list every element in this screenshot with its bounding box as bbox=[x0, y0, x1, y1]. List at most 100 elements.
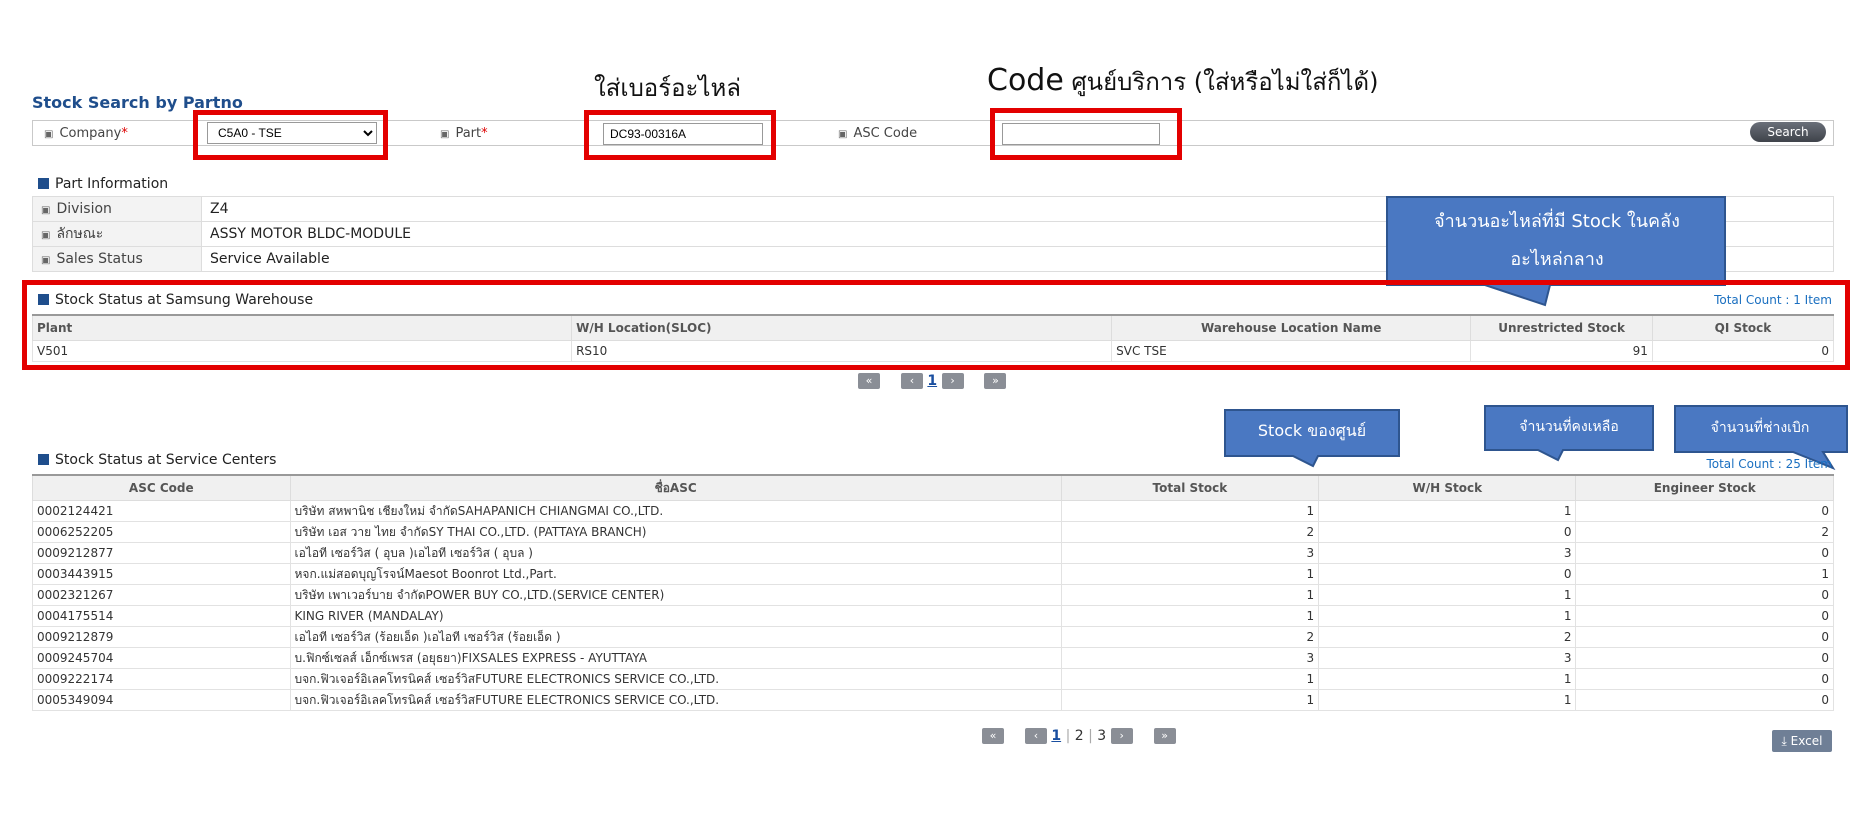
next-page-icon[interactable]: › bbox=[941, 373, 964, 389]
table-cell: บริษัท สหพานิช เชียงใหม่ จำกัดSAHAPANICH… bbox=[289, 500, 1062, 522]
info-key: ▣ Sales Status bbox=[32, 246, 202, 272]
page-link[interactable]: 1 bbox=[1051, 728, 1061, 744]
download-icon: ⤓ bbox=[1781, 734, 1791, 748]
table-cell: 0009212877 bbox=[32, 542, 291, 564]
table-cell: 0 bbox=[1318, 521, 1577, 543]
table-cell: 0004175514 bbox=[32, 605, 291, 627]
table-row: 0009245704 บ.ฟิกซ์เซลส์ เอ็กซ์เพรส (อยุธย… bbox=[32, 647, 1834, 669]
table-cell: 0 bbox=[1575, 542, 1834, 564]
table-row: 0005349094 บจก.ฟิวเจอร์อิเลคโทรนิคส์ เซอร… bbox=[32, 689, 1834, 711]
service-center-pager: « ‹ 1 | 2 | 3 › » bbox=[982, 728, 1176, 744]
asc-highlight bbox=[990, 108, 1182, 160]
col-header: Total Stock bbox=[1060, 474, 1320, 501]
table-cell: 2 bbox=[1060, 521, 1320, 543]
part-highlight bbox=[584, 110, 776, 160]
table-cell: 0 bbox=[1575, 500, 1834, 522]
next-page-icon[interactable]: › bbox=[1110, 728, 1133, 744]
table-cell: 0002124421 bbox=[32, 500, 291, 522]
table-cell: 0 bbox=[1575, 584, 1834, 606]
info-key: ▣ Division bbox=[32, 196, 202, 222]
bullet-icon: ▣ bbox=[838, 129, 848, 140]
table-cell: 0005349094 bbox=[32, 689, 291, 711]
last-page-icon[interactable]: » bbox=[1153, 728, 1176, 744]
table-cell: 2 bbox=[1575, 521, 1834, 543]
table-cell: บ.ฟิกซ์เซลส์ เอ็กซ์เพรส (อยุธยา)FIXSALES… bbox=[289, 647, 1062, 669]
table-cell: บริษัท เอส วาย ไทย จำกัดSY THAI CO.,LTD.… bbox=[289, 521, 1062, 543]
col-header: ASC Code bbox=[32, 474, 291, 501]
bullet-icon: ▣ bbox=[440, 129, 450, 140]
page-link[interactable]: 2 bbox=[1075, 728, 1084, 744]
table-cell: 1 bbox=[1060, 563, 1320, 585]
part-callout-label: ใส่เบอร์อะไหล่ bbox=[594, 74, 742, 102]
table-cell: 1 bbox=[1318, 605, 1577, 627]
table-row: 0002321267 บริษัท เพาเวอร์บาย จำกัดPOWER … bbox=[32, 584, 1834, 606]
table-cell: 0 bbox=[1318, 563, 1577, 585]
engineer-callout: จำนวนที่ช่างเบิก bbox=[1710, 420, 1810, 436]
search-button[interactable]: Search bbox=[1750, 122, 1826, 142]
table-cell: 0 bbox=[1575, 668, 1834, 690]
table-cell: 0003443915 bbox=[32, 563, 291, 585]
table-cell: 3 bbox=[1318, 542, 1577, 564]
service-center-total-count: Total Count : 25 Item bbox=[1706, 457, 1832, 471]
service-center-heading: Stock Status at Service Centers bbox=[38, 452, 276, 468]
table-row: 0009222174 บจก.ฟิวเจอร์อิเลคโทรนิคส์ เซอร… bbox=[32, 668, 1834, 690]
table-row: 0003443915 หจก.แม่สอดบุญโรจน์Maesot Boonr… bbox=[32, 563, 1834, 585]
table-cell: หจก.แม่สอดบุญโรจน์Maesot Boonrot Ltd.,Pa… bbox=[289, 563, 1062, 585]
center-stock-callout: Stock ของศูนย์ bbox=[1257, 421, 1367, 440]
table-cell: 1 bbox=[1318, 689, 1577, 711]
last-page-icon[interactable]: » bbox=[984, 373, 1007, 389]
table-row: 0002124421 บริษัท สหพานิช เชียงใหม่ จำกัด… bbox=[32, 500, 1834, 522]
info-key: ▣ ลักษณะ bbox=[32, 221, 202, 247]
section-square-icon bbox=[38, 178, 49, 189]
asc-callout-label: Code ศูนย์บริการ (ใส่หรือไม่ใส่ก็ได้) bbox=[987, 63, 1379, 98]
table-cell: บจก.ฟิวเจอร์อิเลคโทรนิคส์ เซอร์วิสFUTURE… bbox=[289, 689, 1062, 711]
table-row: 0009212879 เอไอที เซอร์วิส (ร้อยเอ็ด )เอไ… bbox=[32, 626, 1834, 648]
first-page-icon[interactable]: « bbox=[858, 373, 880, 389]
table-cell: KING RIVER (MANDALAY) bbox=[289, 605, 1062, 627]
table-cell: 1 bbox=[1060, 605, 1320, 627]
table-cell: 1 bbox=[1318, 584, 1577, 606]
table-cell: 0009222174 bbox=[32, 668, 291, 690]
prev-page-icon[interactable]: ‹ bbox=[1024, 728, 1047, 744]
table-cell: 0 bbox=[1575, 689, 1834, 711]
warehouse-highlight bbox=[22, 280, 1850, 370]
table-cell: 2 bbox=[1318, 626, 1577, 648]
table-cell: บจก.ฟิวเจอร์อิเลคโทรนิคส์ เซอร์วิสFUTURE… bbox=[289, 668, 1062, 690]
part-info-heading: Part Information bbox=[38, 176, 168, 192]
table-cell: 2 bbox=[1060, 626, 1320, 648]
part-label: ▣ Part* bbox=[440, 126, 488, 141]
table-cell: 1 bbox=[1060, 689, 1320, 711]
table-cell: 0 bbox=[1575, 605, 1834, 627]
company-label: ▣ Company* bbox=[44, 126, 128, 141]
table-cell: 1 bbox=[1575, 563, 1834, 585]
first-page-icon[interactable]: « bbox=[982, 728, 1004, 744]
table-row: 0009212877 เอไอที เซอร์วิส ( อุบล )เอไอที… bbox=[32, 542, 1834, 564]
table-cell: 3 bbox=[1060, 542, 1320, 564]
table-cell: 3 bbox=[1060, 647, 1320, 669]
col-header: W/H Stock bbox=[1318, 474, 1577, 501]
section-square-icon bbox=[38, 454, 49, 465]
table-cell: บริษัท เพาเวอร์บาย จำกัดPOWER BUY CO.,LT… bbox=[289, 584, 1062, 606]
table-row: 0006252205 บริษัท เอส วาย ไทย จำกัดSY THA… bbox=[32, 521, 1834, 543]
warehouse-callout: จำนวนอะไหล่ที่มี Stock ในคลัง อะไหล่กลาง bbox=[1434, 211, 1680, 270]
prev-page-icon[interactable]: ‹ bbox=[900, 373, 923, 389]
table-cell: เอไอที เซอร์วิส (ร้อยเอ็ด )เอไอที เซอร์ว… bbox=[289, 626, 1062, 648]
table-cell: 0 bbox=[1575, 647, 1834, 669]
page-link[interactable]: 1 bbox=[927, 373, 937, 389]
excel-button[interactable]: ⤓ Excel bbox=[1772, 730, 1832, 752]
table-cell: 3 bbox=[1318, 647, 1577, 669]
table-cell: 0 bbox=[1575, 626, 1834, 648]
table-cell: 1 bbox=[1060, 668, 1320, 690]
remaining-callout: จำนวนที่คงเหลือ bbox=[1519, 419, 1619, 435]
company-highlight bbox=[193, 110, 388, 160]
warehouse-pager: « ‹ 1 › » bbox=[858, 373, 1007, 389]
table-cell: 0006252205 bbox=[32, 521, 291, 543]
table-cell: 1 bbox=[1060, 584, 1320, 606]
table-cell: 0009245704 bbox=[32, 647, 291, 669]
table-cell: 0002321267 bbox=[32, 584, 291, 606]
table-row: 0004175514 KING RIVER (MANDALAY) 1 1 0 bbox=[32, 605, 1834, 627]
table-cell: 1 bbox=[1060, 500, 1320, 522]
page-link[interactable]: 3 bbox=[1097, 728, 1106, 744]
table-cell: 1 bbox=[1318, 668, 1577, 690]
col-header: Engineer Stock bbox=[1575, 474, 1834, 501]
